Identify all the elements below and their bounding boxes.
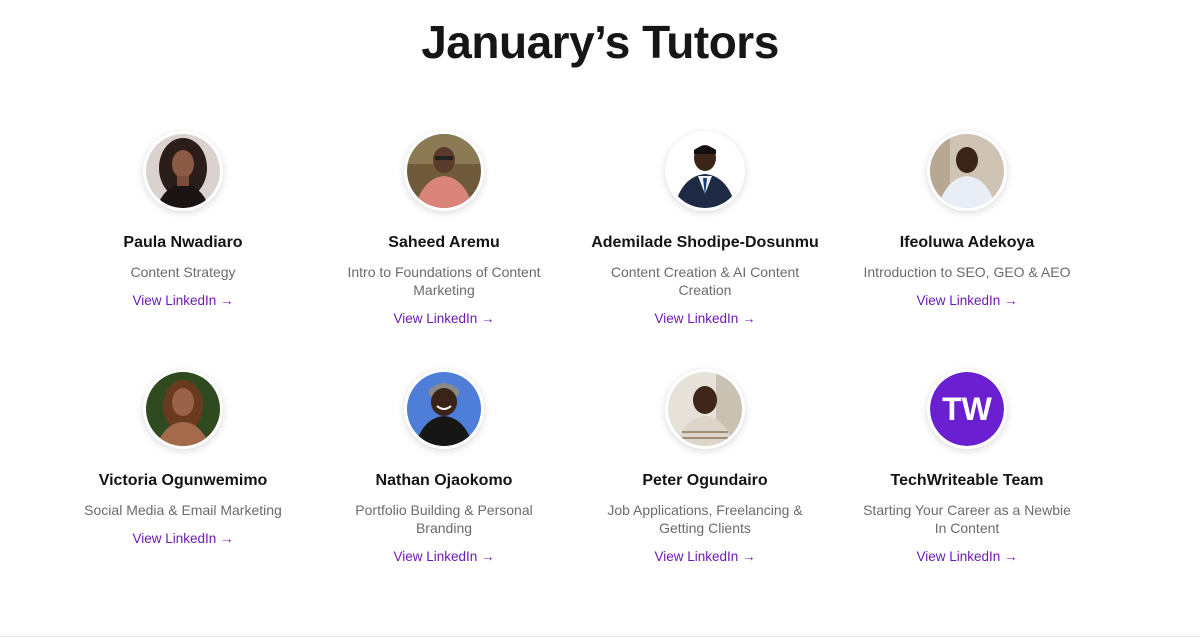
tutor-topic: Content Strategy (130, 264, 236, 280)
view-linkedin-link[interactable]: View LinkedIn → (393, 310, 494, 328)
tutor-topic: Starting Your Career as a Newbie In Cont… (863, 502, 1071, 536)
tutor-topic: Intro to Foundations of Content Marketin… (347, 264, 541, 298)
avatar-ring: TW (927, 369, 1007, 449)
tutor-name: Ademilade Shodipe-Dosunmu (591, 234, 819, 251)
view-linkedin-link[interactable]: View LinkedIn → (916, 548, 1017, 566)
avatar (668, 372, 742, 446)
logo-text: TW (942, 391, 993, 427)
avatar-ring (404, 369, 484, 449)
tutors-grid: Paula Nwadiaro Content Strategy View Lin… (0, 0, 1200, 638)
view-linkedin-link[interactable]: View LinkedIn → (132, 292, 233, 310)
tutor-card: TW TechWriteable Team Starting Your Care… (842, 369, 1092, 566)
view-linkedin-link[interactable]: View LinkedIn → (654, 310, 755, 328)
tutor-card: Saheed Aremu Intro to Foundations of Con… (319, 131, 569, 328)
view-linkedin-link[interactable]: View LinkedIn → (393, 548, 494, 566)
view-linkedin-link[interactable]: View LinkedIn → (916, 292, 1017, 310)
avatar-ring (665, 369, 745, 449)
tutor-card: Paula Nwadiaro Content Strategy View Lin… (58, 131, 308, 310)
tutor-topic: Portfolio Building & Personal Branding (355, 502, 533, 536)
tutors-section: January’s Tutors Paula Nwadiaro Content … (0, 0, 1200, 638)
tutor-card: Nathan Ojaokomo Portfolio Building & Per… (319, 369, 569, 566)
tutor-name: Ifeoluwa Adekoya (899, 234, 1035, 251)
avatar (930, 134, 1004, 208)
avatar (407, 134, 481, 208)
avatar-ring (665, 131, 745, 211)
tutor-card: Ifeoluwa Adekoya Introduction to SEO, GE… (842, 131, 1092, 310)
avatar-ring (143, 131, 223, 211)
footer-divider (0, 636, 1200, 637)
tutor-name: Paula Nwadiaro (123, 234, 243, 251)
techwriteable-logo: TW (930, 372, 1004, 446)
tutor-topic: Social Media & Email Marketing (84, 502, 282, 518)
avatar (146, 372, 220, 446)
avatar-ring (404, 131, 484, 211)
tutor-card: Peter Ogundairo Job Applications, Freela… (580, 369, 830, 566)
tutor-topic: Content Creation & AI Content Creation (610, 264, 800, 298)
view-linkedin-link[interactable]: View LinkedIn → (132, 530, 233, 548)
view-linkedin-link[interactable]: View LinkedIn → (654, 548, 755, 566)
tutor-name: Nathan Ojaokomo (375, 472, 513, 489)
tutor-name: Saheed Aremu (388, 234, 500, 251)
tutor-topic: Introduction to SEO, GEO & AEO (863, 264, 1071, 280)
avatar (146, 134, 220, 208)
tutor-name: Victoria Ogunwemimo (98, 472, 268, 489)
avatar-ring (143, 369, 223, 449)
tutor-card: Victoria Ogunwemimo Social Media & Email… (58, 369, 308, 548)
tutor-topic: Job Applications, Freelancing & Getting … (607, 502, 803, 536)
avatar (668, 134, 742, 208)
avatar-ring (927, 131, 1007, 211)
tutor-card: Ademilade Shodipe-Dosunmu Content Creati… (580, 131, 830, 328)
tutor-name: TechWriteable Team (890, 472, 1044, 489)
avatar (407, 372, 481, 446)
tutor-name: Peter Ogundairo (642, 472, 768, 489)
